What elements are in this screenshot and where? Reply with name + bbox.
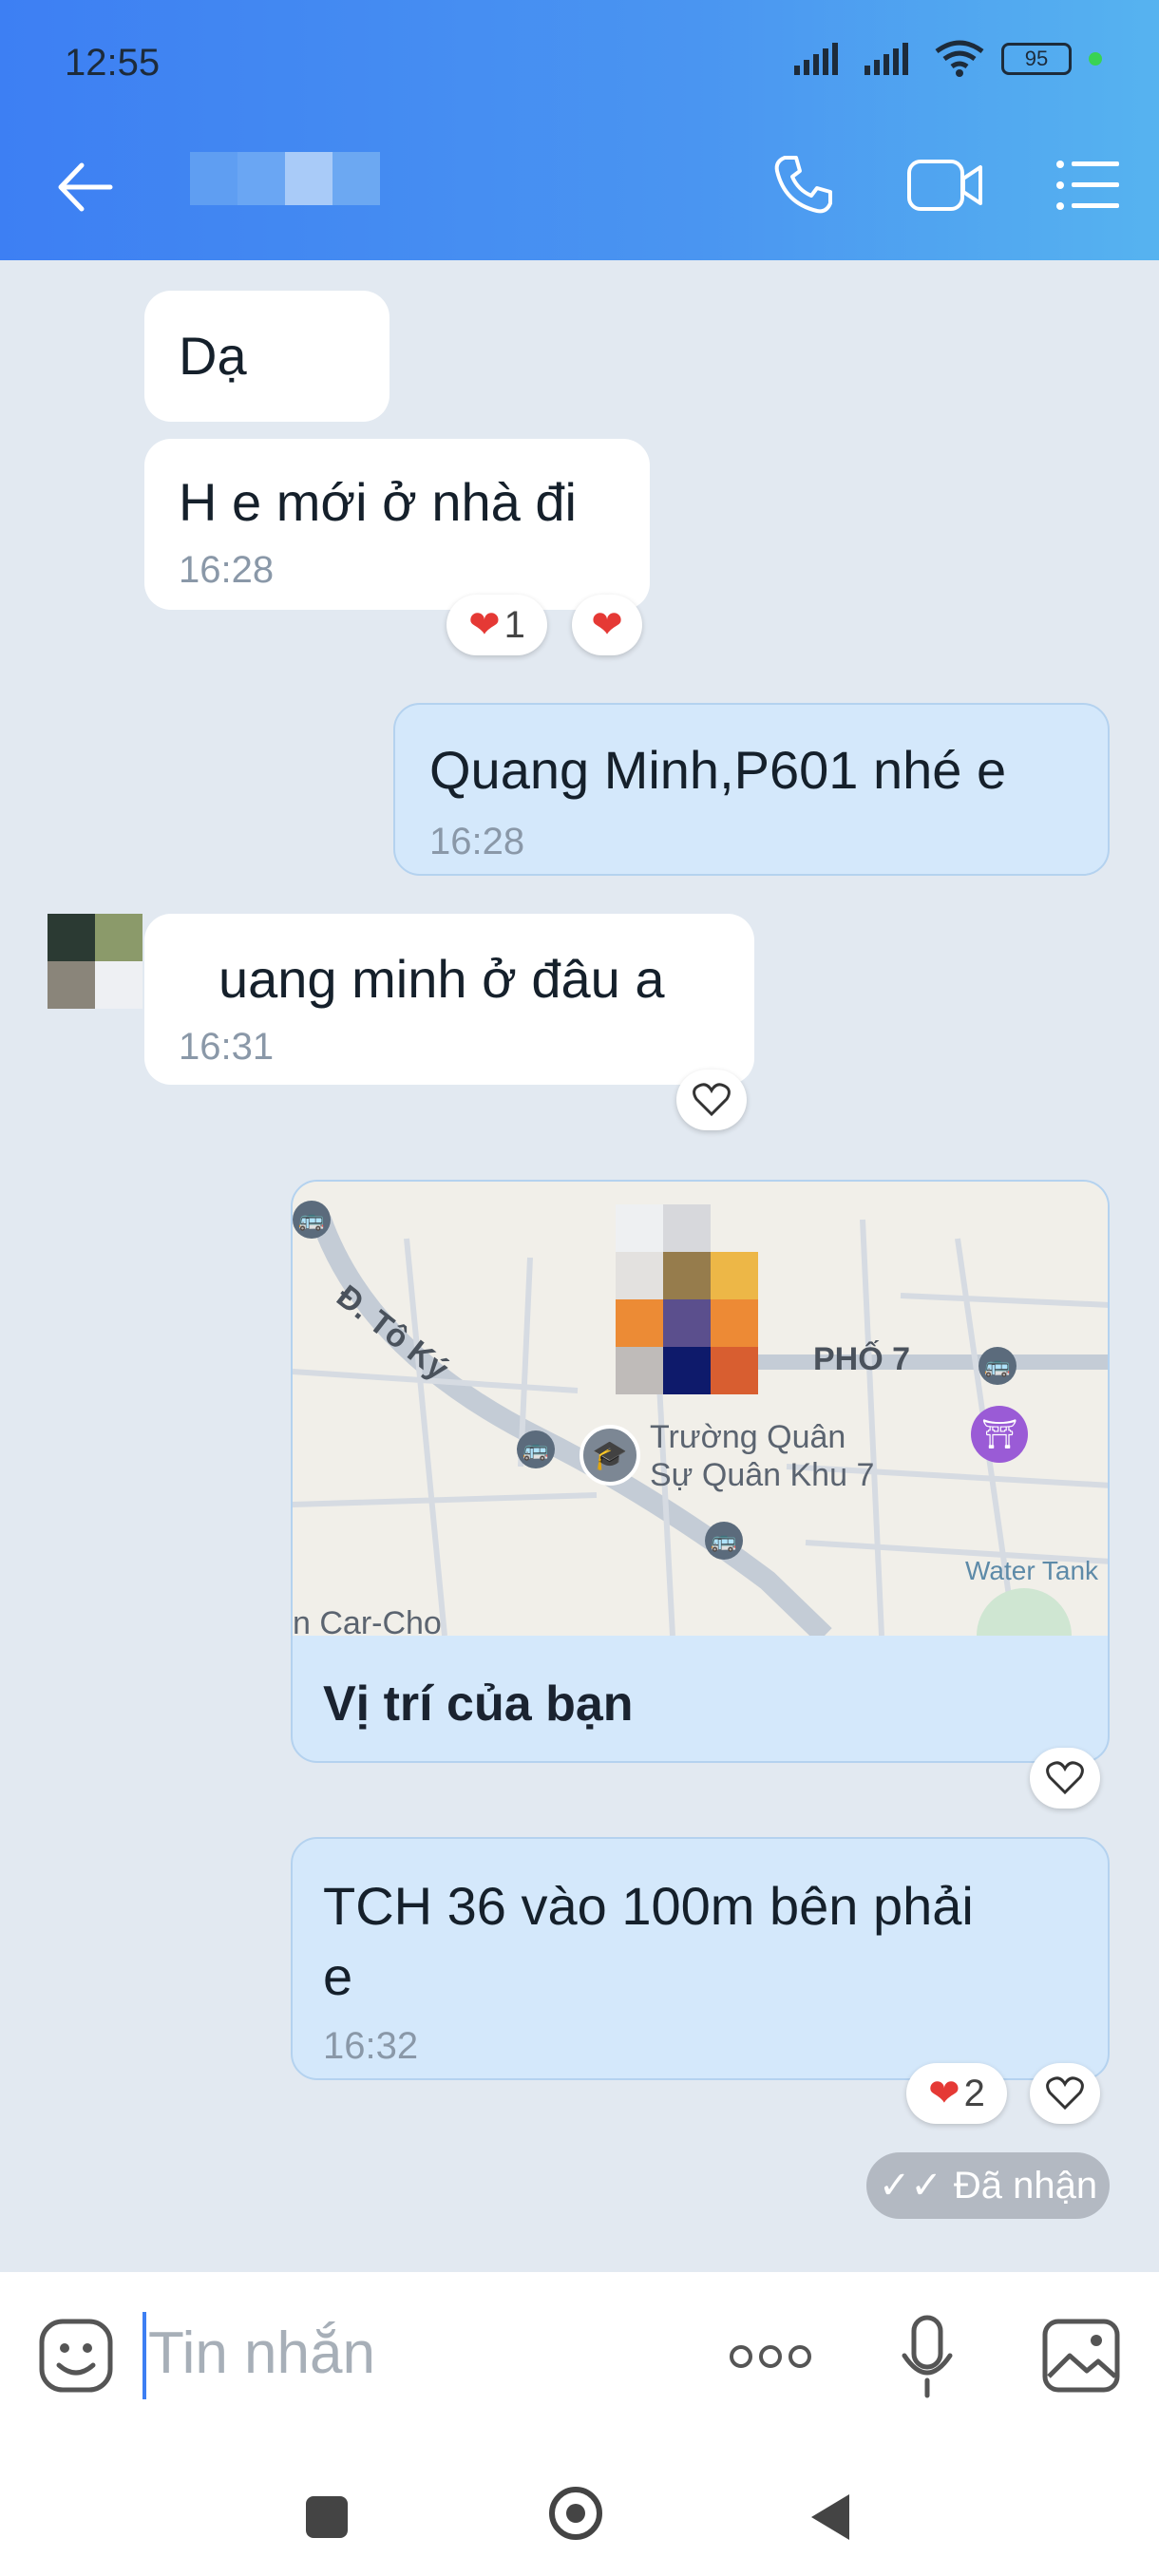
heart-icon: ❤ <box>591 604 623 646</box>
phone-icon[interactable] <box>770 152 836 218</box>
incoming-message[interactable]: H e mới ở nhà đi 16:28 <box>144 439 650 610</box>
outgoing-message[interactable]: Quang Minh,P601 nhé e 16:28 <box>393 703 1110 876</box>
status-time: 12:55 <box>65 42 161 84</box>
more-dots-icon[interactable] <box>728 2342 813 2371</box>
video-camera-icon[interactable] <box>906 156 984 215</box>
message-text: Quang Minh,P601 nhé e <box>429 740 1007 800</box>
react-button[interactable] <box>1030 2063 1100 2124</box>
heart-outline-icon <box>1046 2076 1084 2111</box>
wifi-icon <box>935 40 984 77</box>
bus-stop-icon: 🚌 <box>293 1201 331 1239</box>
message-text-line-2: e <box>323 1946 353 2006</box>
emoji-icon[interactable] <box>38 2318 114 2394</box>
map-poi-label-1: Trường Quân <box>650 1419 846 1455</box>
chat-header: 12:55 95 <box>0 0 1159 260</box>
map-area-label: PHỐ 7 <box>813 1341 911 1377</box>
message-time: 16:32 <box>323 2025 419 2067</box>
reaction-count: 1 <box>504 603 525 646</box>
map-poi-label-2: Sự Quân Khu 7 <box>650 1457 875 1493</box>
message-time: 16:31 <box>179 1026 275 1068</box>
map-preview[interactable]: Đ. Tô Ký PHỐ 7 Trường Quân Sự Quân Khu 7… <box>293 1182 1108 1636</box>
bus-stop-icon: 🚌 <box>517 1430 555 1468</box>
bus-stop-icon: 🚌 <box>978 1347 1016 1385</box>
signal-icon-2 <box>864 43 908 75</box>
header-actions <box>770 152 1121 218</box>
battery-indicator: 95 <box>1001 43 1072 75</box>
message-time: 16:28 <box>179 549 275 591</box>
message-text: uang minh ở đâu a <box>218 949 665 1009</box>
image-icon[interactable] <box>1041 2318 1121 2394</box>
map-bottom-label: n Car-Cho <box>293 1605 442 1636</box>
reaction-count: 2 <box>963 2072 985 2114</box>
signal-icon <box>794 43 838 75</box>
composer-bar: Tin nhắn <box>0 2272 1159 2443</box>
message-text: Dạ <box>179 326 247 386</box>
delivery-status-label: Đã nhận <box>953 2164 1098 2207</box>
map-marker-pixelated <box>616 1204 758 1394</box>
location-card[interactable]: Đ. Tô Ký PHỐ 7 Trường Quân Sự Quân Khu 7… <box>291 1180 1110 1763</box>
double-check-icon: ✓✓ <box>878 2165 942 2207</box>
message-text: H e mới ở nhà đi <box>179 472 577 532</box>
status-icons: 95 <box>794 40 1102 78</box>
bus-stop-icon: 🚌 <box>705 1522 743 1560</box>
incoming-message[interactable]: Dạ <box>144 291 390 422</box>
school-icon: 🎓 <box>580 1425 640 1486</box>
message-input[interactable]: Tin nhắn <box>148 2320 375 2387</box>
place-pin-icon: ⛩ <box>971 1406 1028 1463</box>
home-button[interactable] <box>549 2487 602 2540</box>
microphone-icon[interactable] <box>899 2314 956 2399</box>
map-water-label: Water Tank <box>965 1556 1099 1585</box>
contact-name-pixelated[interactable] <box>190 152 380 205</box>
outgoing-message[interactable]: TCH 36 vào 100m bên phải e 16:32 <box>291 1837 1110 2080</box>
status-dot <box>1089 52 1102 66</box>
incoming-message[interactable]: uang minh ở đâu a 16:31 <box>144 914 754 1085</box>
message-text-line-1: TCH 36 vào 100m bên phải <box>323 1876 974 1936</box>
list-menu-icon[interactable] <box>1054 159 1121 212</box>
react-button[interactable] <box>1030 1748 1100 1809</box>
arrow-left-icon[interactable] <box>53 156 116 218</box>
delivery-status: ✓✓ Đã nhận <box>866 2152 1110 2219</box>
heart-outline-icon <box>1046 1761 1084 1795</box>
reaction-summary[interactable]: ❤ 2 <box>906 2063 1007 2124</box>
reaction-summary[interactable]: ❤ 1 <box>446 595 547 655</box>
system-nav-bar <box>0 2443 1159 2576</box>
message-time: 16:28 <box>429 821 525 862</box>
heart-icon: ❤ <box>468 604 501 646</box>
text-cursor <box>142 2312 146 2399</box>
react-button[interactable] <box>676 1070 747 1130</box>
heart-icon: ❤ <box>928 2073 960 2114</box>
react-button[interactable]: ❤ <box>572 595 642 655</box>
sender-avatar[interactable] <box>48 914 142 1009</box>
recent-apps-button[interactable] <box>306 2496 348 2538</box>
location-caption: Vị trí của bạn <box>323 1676 634 1732</box>
back-button[interactable] <box>808 2491 853 2544</box>
heart-outline-icon <box>693 1083 731 1117</box>
